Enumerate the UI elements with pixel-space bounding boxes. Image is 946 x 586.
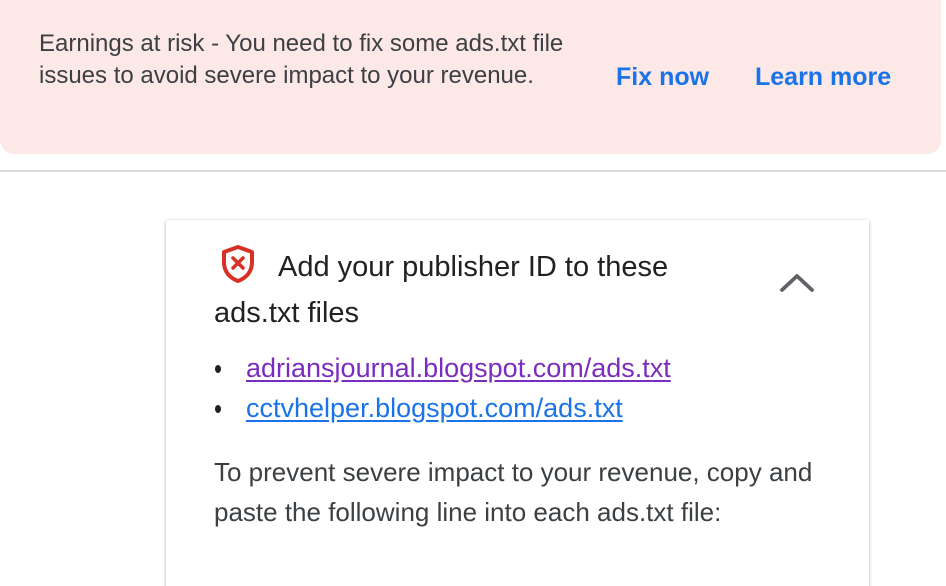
- list-item: adriansjournal.blogspot.com/ads.txt: [214, 348, 671, 388]
- list-item: cctvhelper.blogspot.com/ads.txt: [214, 388, 671, 428]
- bullet-icon: [215, 405, 221, 413]
- ads-txt-issue-card: Add your publisher ID to these ads.txt f…: [166, 220, 869, 586]
- bullet-icon: [215, 365, 221, 373]
- card-title: Add your publisher ID to these ads.txt f…: [214, 251, 669, 329]
- earnings-at-risk-banner: Earnings at risk - You need to fix some …: [0, 0, 941, 154]
- ads-txt-file-link[interactable]: cctvhelper.blogspot.com/ads.txt: [246, 393, 623, 423]
- chevron-up-icon[interactable]: [778, 268, 816, 298]
- learn-more-link[interactable]: Learn more: [755, 60, 891, 94]
- ads-txt-instruction: To prevent severe impact to your revenue…: [214, 457, 813, 527]
- section-divider: [0, 170, 946, 172]
- ads-txt-file-list: adriansjournal.blogspot.com/ads.txt cctv…: [214, 348, 671, 428]
- ads-txt-issues-page: Earnings at risk - You need to fix some …: [0, 0, 946, 586]
- ads-txt-file-link[interactable]: adriansjournal.blogspot.com/ads.txt: [246, 353, 671, 383]
- fix-now-link[interactable]: Fix now: [616, 60, 709, 94]
- earnings-at-risk-message: Earnings at risk - You need to fix some …: [39, 30, 564, 89]
